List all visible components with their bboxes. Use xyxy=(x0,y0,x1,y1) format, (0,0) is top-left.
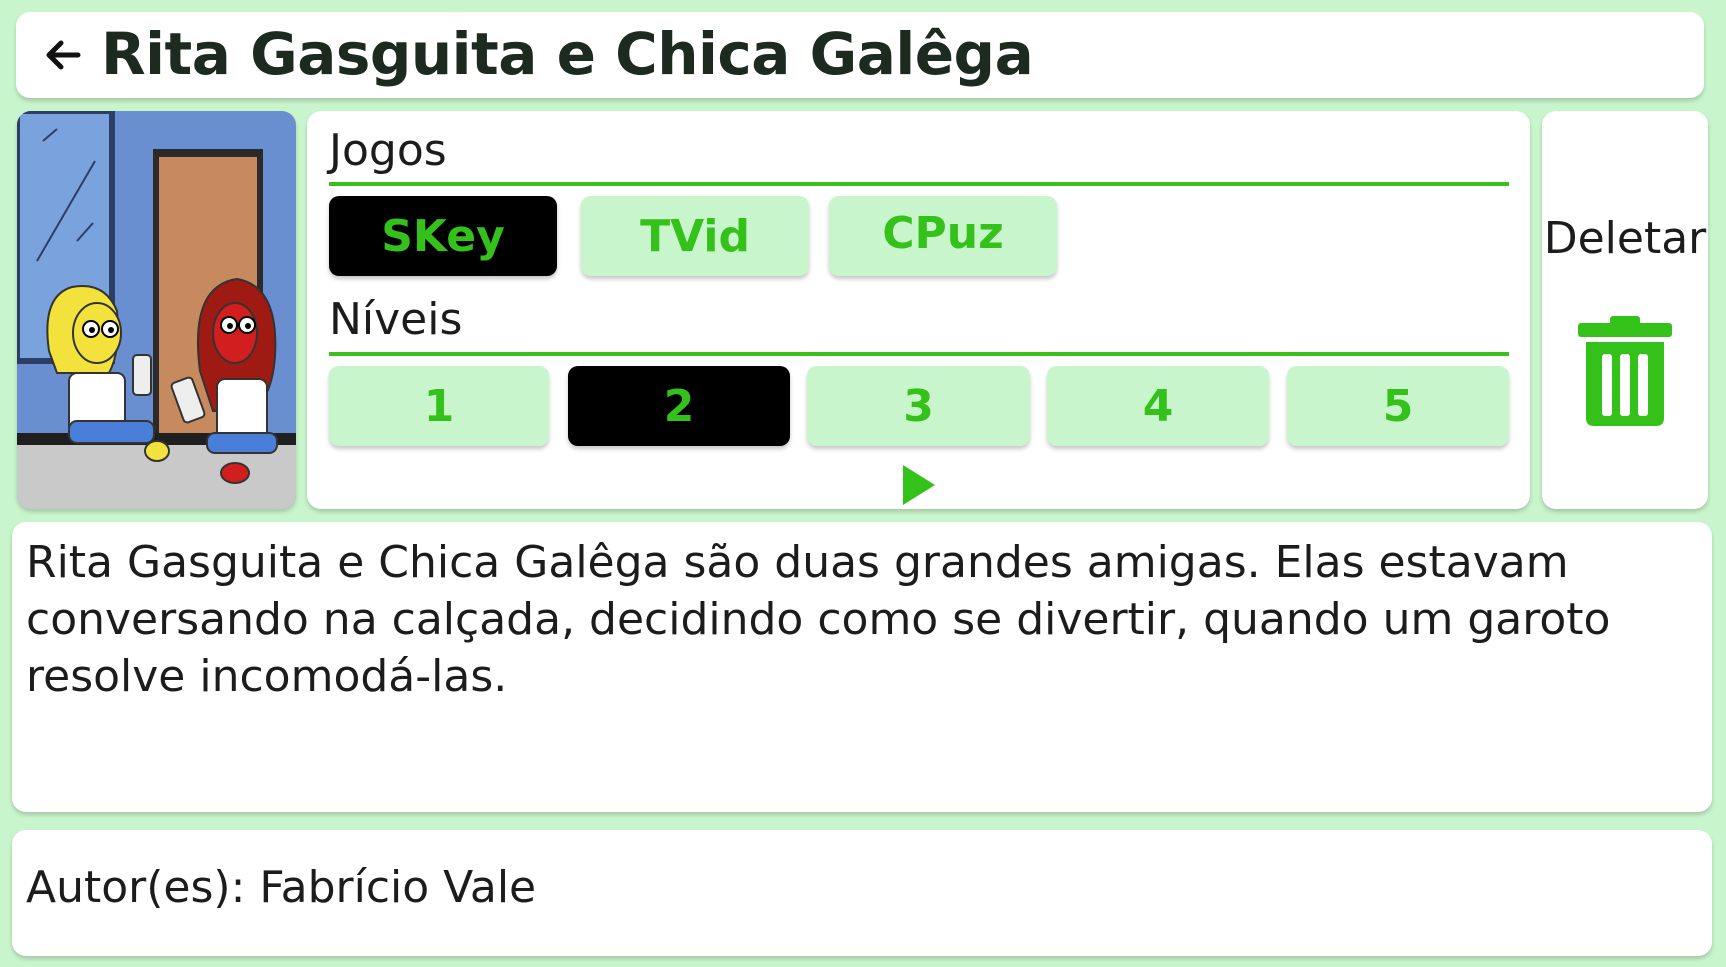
level-chip-4[interactable]: 4 xyxy=(1047,366,1269,446)
delete-label: Deletar xyxy=(1543,213,1707,264)
options-panel: Jogos SKey TVid CPuz Níveis 1 2 3 4 5 xyxy=(307,111,1530,509)
author-card: Autor(es): Fabrício Vale xyxy=(12,830,1712,956)
game-chip-skey[interactable]: SKey xyxy=(329,196,557,276)
description-card: Rita Gasguita e Chica Galêga são duas gr… xyxy=(12,522,1712,812)
levels-label: Níveis xyxy=(329,294,463,345)
play-icon[interactable] xyxy=(899,463,939,507)
games-label: Jogos xyxy=(329,125,447,176)
page-title: Rita Gasguita e Chica Galêga xyxy=(101,20,1034,88)
arrow-left-icon[interactable] xyxy=(42,34,84,76)
story-thumbnail xyxy=(17,111,296,509)
game-chip-cpuz[interactable]: CPuz xyxy=(829,196,1057,276)
delete-button[interactable]: Deletar xyxy=(1542,111,1708,509)
levels-divider xyxy=(329,352,1509,356)
story-description: Rita Gasguita e Chica Galêga são duas gr… xyxy=(26,537,1611,702)
games-divider xyxy=(329,182,1509,186)
level-chip-2[interactable]: 2 xyxy=(568,366,790,446)
author-text: Autor(es): Fabrício Vale xyxy=(26,862,537,913)
level-chip-3[interactable]: 3 xyxy=(807,366,1030,446)
level-chip-1[interactable]: 1 xyxy=(329,366,549,446)
level-chip-5[interactable]: 5 xyxy=(1287,366,1509,446)
trash-icon[interactable] xyxy=(1578,316,1672,426)
game-chip-tvid[interactable]: TVid xyxy=(581,196,809,276)
header-bar: Rita Gasguita e Chica Galêga xyxy=(16,12,1704,98)
